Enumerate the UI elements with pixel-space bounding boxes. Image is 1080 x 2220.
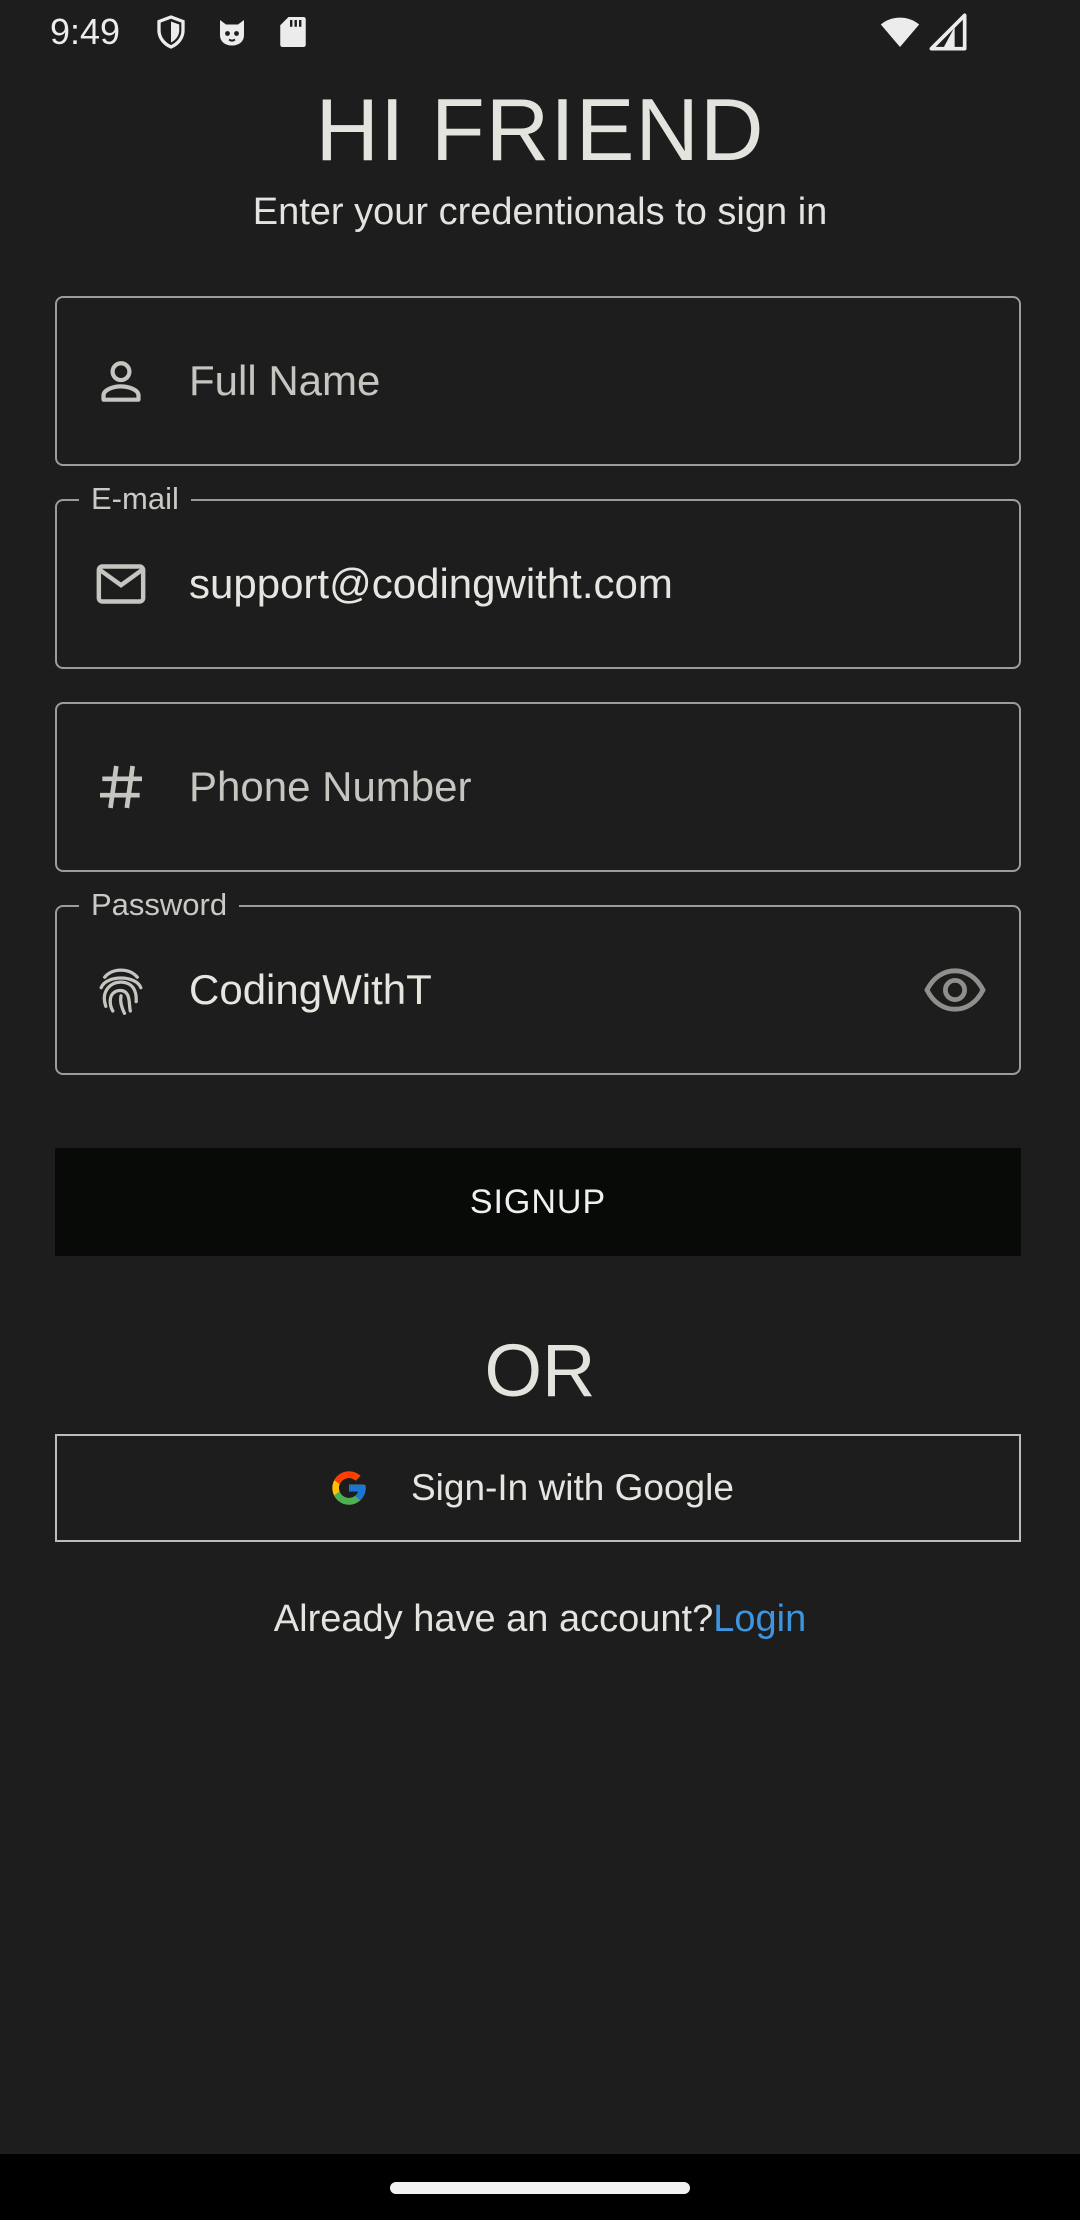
status-time: 9:49 <box>50 11 121 52</box>
fingerprint-icon <box>99 968 143 1015</box>
google-sign-in-label: Sign-In with Google <box>411 1467 734 1508</box>
or-divider: OR <box>484 1329 596 1412</box>
phone-number-placeholder: Phone Number <box>189 763 472 810</box>
password-field[interactable]: Password CodingWithT <box>55 887 1021 1075</box>
phone-number-field[interactable]: Phone Number <box>55 702 1021 872</box>
cat-face-icon <box>220 20 244 46</box>
login-link[interactable]: Login <box>713 1598 806 1640</box>
full-name-placeholder: Full Name <box>189 357 381 404</box>
sd-card-icon <box>280 17 306 47</box>
google-sign-in-button[interactable]: Sign-In with Google <box>55 1434 1021 1542</box>
page-title: HI FRIEND <box>315 80 765 179</box>
wifi-icon <box>880 17 920 47</box>
email-input: support@codingwitht.com <box>189 560 673 607</box>
password-label: Password <box>79 887 240 923</box>
hash-icon <box>100 765 142 809</box>
email-field[interactable]: E-mail support@codingwitht.com <box>55 481 1021 669</box>
login-prompt-text: Already have an account? <box>273 1598 714 1640</box>
mail-icon <box>96 564 146 604</box>
navigation-bar <box>0 2154 1080 2220</box>
person-icon <box>101 361 141 402</box>
login-prompt: Already have an account?Login <box>0 1594 1080 1644</box>
password-input: CodingWithT <box>189 966 432 1013</box>
shield-icon <box>157 15 185 49</box>
google-logo-icon <box>332 1471 366 1505</box>
full-name-field[interactable]: Full Name <box>55 296 1021 466</box>
page-subtitle: Enter your credentionals to sign in <box>252 191 828 233</box>
status-bar: 9:49 <box>0 0 1080 66</box>
email-label: E-mail <box>79 481 191 517</box>
home-handle[interactable] <box>390 2182 690 2194</box>
signup-button[interactable]: SIGNUP <box>55 1148 1021 1256</box>
eye-icon[interactable] <box>923 958 987 1022</box>
cellular-signal-icon <box>929 13 967 51</box>
